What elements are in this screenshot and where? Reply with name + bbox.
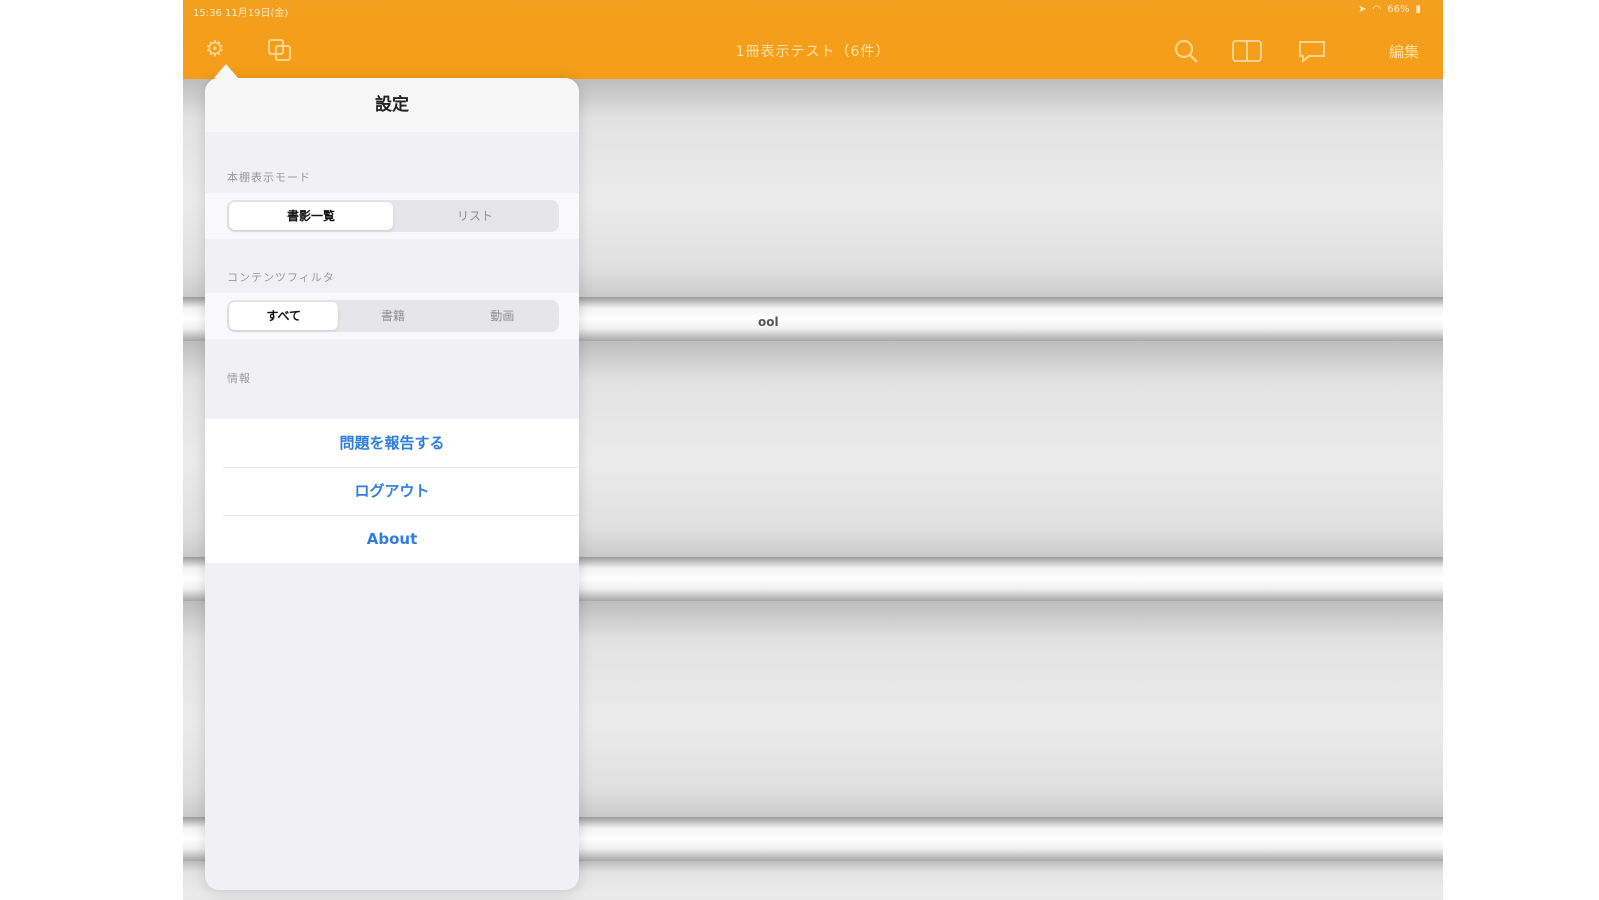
content-filter-option-videos[interactable]: 動画 — [448, 302, 557, 330]
location-icon: ➤ — [1358, 4, 1367, 15]
edit-button[interactable]: 編集 — [1389, 41, 1419, 62]
status-indicators: ➤ ◠ 66% ▮ — [1358, 4, 1421, 15]
chat-icon-graphic — [1299, 41, 1325, 64]
content-filter-option-all[interactable]: すべて — [229, 302, 339, 330]
about-button[interactable]: About — [205, 515, 579, 563]
display-mode-segmented-control: 書影一覧 リスト — [227, 200, 559, 232]
status-time: 15:36 — [193, 8, 222, 19]
status-date: 11月19日(金) — [225, 8, 289, 19]
display-mode-label: 本棚表示モード — [227, 171, 311, 184]
logout-button[interactable]: ログアウト — [205, 467, 579, 515]
shelf-book-label: ool — [758, 315, 779, 329]
display-mode-option-list[interactable]: リスト — [393, 202, 557, 230]
content-filter-label: コンテンツフィルタ — [227, 271, 335, 284]
popover-title: 設定 — [205, 78, 579, 132]
display-mode-option-covers[interactable]: 書影一覧 — [229, 202, 393, 230]
search-icon[interactable] — [1173, 38, 1199, 70]
search-icon-graphic — [1174, 39, 1198, 63]
info-section-label: 情報 — [227, 372, 251, 385]
content-filter-option-books[interactable]: 書籍 — [338, 302, 447, 330]
navigation-bar: 15:36 11月19日(金) ➤ ◠ 66% ▮ ⚙ 1冊表示テスト（6件） — [183, 0, 1443, 79]
chat-icon[interactable] — [1297, 38, 1327, 70]
settings-popover: 設定 本棚表示モード 書影一覧 リスト コンテンツフィルタ すべて 書籍 動画 … — [205, 78, 579, 890]
status-time-date: 15:36 11月19日(金) — [193, 4, 288, 19]
report-problem-button[interactable]: 問題を報告する — [205, 419, 579, 467]
battery-percent: 66% — [1387, 4, 1410, 15]
info-actions-list: 問題を報告する ログアウト About — [205, 419, 579, 563]
wifi-icon: ◠ — [1372, 4, 1382, 15]
content-filter-row: すべて 書籍 動画 — [205, 293, 579, 339]
battery-icon: ▮ — [1415, 4, 1421, 15]
display-mode-row: 書影一覧 リスト — [205, 193, 579, 239]
book-icon-graphic — [1232, 40, 1262, 62]
popover-arrow — [214, 64, 238, 78]
book-icon[interactable] — [1231, 38, 1263, 70]
content-filter-segmented-control: すべて 書籍 動画 — [227, 300, 559, 332]
